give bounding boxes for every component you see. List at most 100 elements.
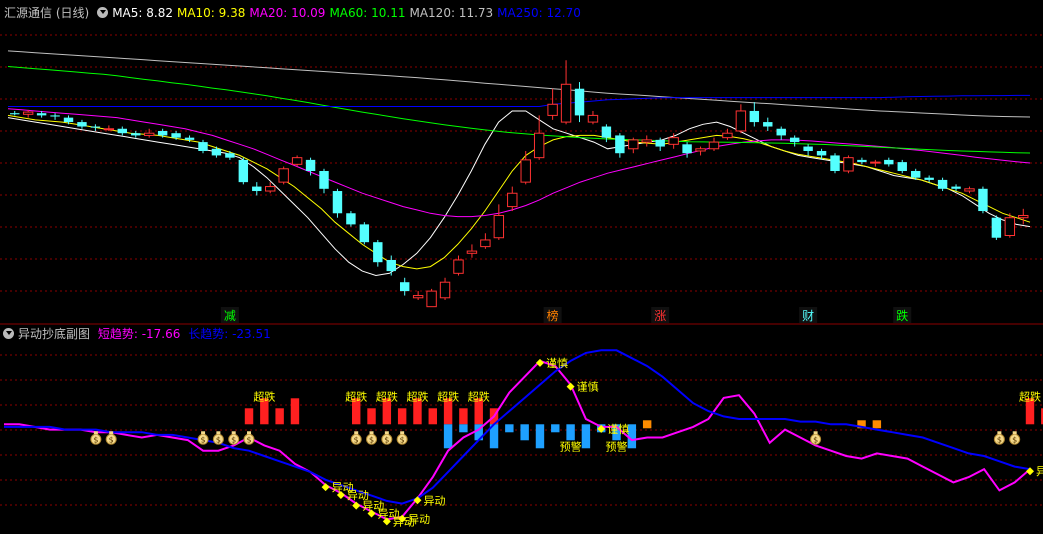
warning-bar — [581, 424, 591, 449]
ma-line-ma250 — [8, 94, 1030, 107]
candle — [776, 126, 786, 140]
signal-marker: 谨慎 — [566, 380, 599, 394]
candle — [615, 133, 625, 158]
signal-label: 异动 — [408, 513, 430, 526]
candle-body-up — [143, 132, 155, 136]
money-bag-icon: $ — [90, 431, 102, 445]
oversold-bar — [367, 408, 376, 425]
candle-body-down — [50, 115, 60, 117]
indicator-title[interactable]: 异动抄底副图 — [18, 327, 90, 341]
candle-body-down — [897, 162, 907, 172]
candle-body-down — [978, 188, 988, 212]
candle — [830, 153, 840, 174]
candle-body-up — [507, 192, 518, 208]
candle-body-down — [373, 242, 383, 263]
candle-body-up — [843, 157, 854, 172]
signal-label: 谨慎 — [607, 422, 629, 436]
candle — [399, 277, 410, 296]
money-bag-symbol: $ — [231, 435, 236, 444]
signal-marker: 超跌 — [253, 389, 275, 403]
candle — [386, 255, 396, 276]
candle-body-down — [346, 213, 356, 225]
candle — [332, 188, 343, 218]
candle — [547, 88, 558, 120]
money-bag-symbol: $ — [384, 435, 389, 444]
ma-line-ma10 — [7, 114, 1031, 270]
candle — [574, 82, 585, 123]
money-bag-neck — [997, 431, 1002, 435]
toggle-circle-icon[interactable] — [97, 7, 109, 18]
signal-label: 超跌 — [345, 389, 367, 403]
signal-label: 异动 — [1036, 465, 1043, 478]
candle-body-up — [22, 111, 34, 115]
candle — [978, 186, 988, 214]
signal-marker: 超跌 — [1019, 389, 1041, 403]
signal-label: 超跌 — [437, 389, 459, 403]
event-marker: 减 — [220, 307, 239, 323]
candle — [682, 142, 692, 158]
candle-body-up — [520, 159, 531, 183]
signal-diamond — [535, 358, 544, 367]
ma-legend: MA5: 8.82 MA10: 9.38 MA20: 10.09 MA60: 10.1… — [112, 6, 585, 20]
signal-label: 超跌 — [1019, 389, 1041, 403]
money-bag-symbol: $ — [201, 435, 206, 444]
event-marker-label[interactable]: 榜 — [547, 308, 559, 323]
candle — [722, 128, 733, 140]
signal-marker: 异动 — [1026, 465, 1043, 478]
event-marker-label[interactable]: 财 — [802, 309, 814, 323]
candle — [803, 144, 813, 156]
candle — [520, 150, 531, 185]
candle — [991, 215, 1002, 240]
money-bag-icon: $ — [366, 431, 378, 445]
candle-body-down — [386, 259, 396, 272]
candle — [749, 102, 760, 127]
bottom-event-markers[interactable]: 减榜涨财跌 — [220, 307, 912, 323]
candle-body-up — [1018, 214, 1029, 219]
candle-body-down — [399, 282, 410, 292]
money-bag-icon: $ — [381, 431, 393, 445]
candle-body-down — [252, 186, 262, 192]
event-marker: 涨 — [651, 307, 670, 323]
candle-body-down — [157, 130, 168, 136]
candle — [493, 204, 505, 240]
money-bag-neck — [109, 431, 114, 435]
candle — [897, 159, 907, 174]
candle — [668, 133, 679, 149]
event-marker-label[interactable]: 跌 — [896, 308, 908, 323]
candle-body-down — [319, 171, 329, 189]
candle-body-down — [763, 122, 773, 127]
candle — [412, 291, 424, 300]
candle — [90, 124, 101, 131]
event-marker-label[interactable]: 涨 — [654, 308, 666, 323]
candle-body-down — [884, 159, 894, 165]
candle — [10, 110, 20, 116]
candle-body-up — [291, 157, 303, 165]
candle-body-down — [90, 126, 101, 128]
oversold-bar — [244, 408, 254, 425]
signal-marker: 超跌 — [345, 389, 367, 403]
stock-title[interactable]: 汇源通信 (日线) — [4, 6, 89, 20]
event-marker-label[interactable]: 减 — [224, 309, 236, 323]
long-trend-label: 长趋势: -23.51 — [188, 327, 271, 341]
warning-bar — [505, 424, 514, 433]
candle-body-up — [722, 132, 733, 139]
candle-body-up — [628, 139, 639, 150]
signal-marker: 预警 — [606, 439, 628, 453]
money-bag-icon: $ — [396, 431, 408, 445]
candle-body-up — [870, 161, 881, 164]
signal-label: 谨慎 — [577, 380, 599, 394]
money-bag-icon: $ — [350, 431, 362, 445]
candle-body-down — [951, 186, 961, 189]
candle — [763, 117, 773, 131]
candle-body-up — [560, 83, 572, 123]
candle-body-down — [117, 128, 128, 134]
candle — [211, 146, 222, 158]
money-bag-icon: $ — [810, 431, 822, 445]
oversold-bar — [459, 408, 468, 425]
money-bag-symbol: $ — [1012, 435, 1017, 444]
candle-body-up — [439, 281, 451, 299]
money-bag-neck — [201, 431, 206, 435]
candle-body-down — [359, 224, 370, 243]
toggle-circle-icon[interactable] — [3, 328, 14, 339]
signal-marker: 谨慎 — [597, 422, 629, 436]
